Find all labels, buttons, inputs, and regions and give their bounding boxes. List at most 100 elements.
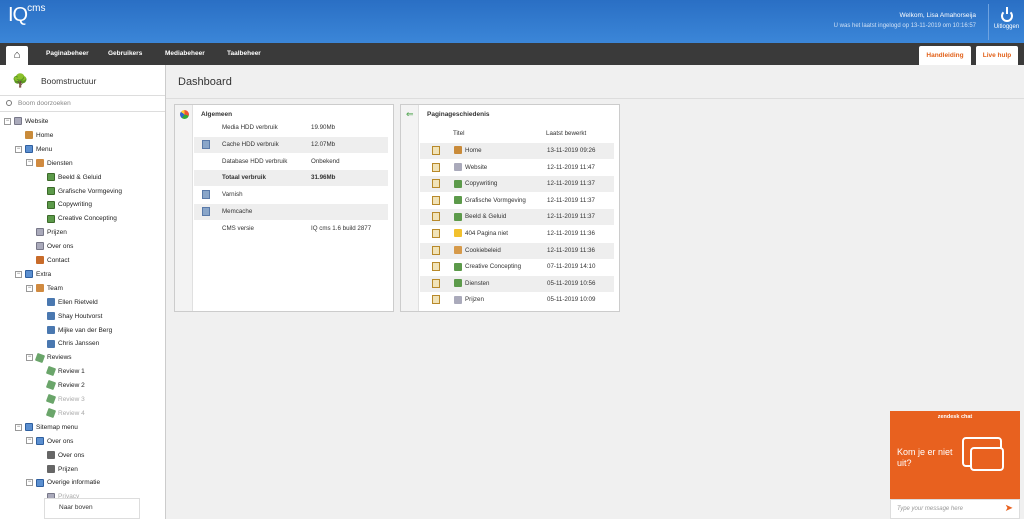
tree-node[interactable]: Copywriting — [37, 198, 92, 212]
tree-node-label: Diensten — [47, 159, 73, 167]
server-icon — [202, 207, 210, 216]
edit-icon[interactable] — [432, 212, 440, 222]
nav-mediabeheer[interactable]: Mediabeheer — [165, 43, 205, 65]
stat-label: Varnish — [222, 191, 243, 199]
collapse-icon[interactable]: − — [26, 284, 33, 292]
history-row[interactable]: Home 13-11-2019 09:26 — [420, 143, 614, 159]
history-row[interactable]: Diensten 05-11-2019 10:56 — [420, 275, 614, 292]
edit-icon[interactable] — [432, 278, 440, 288]
history-date: 13-11-2019 09:26 — [547, 147, 596, 154]
home-icon: ⌂ — [13, 49, 21, 61]
tree-node-label: Prijzen — [58, 465, 78, 473]
history-row[interactable]: Grafische Vormgeving 12-11-2019 11:37 — [420, 193, 614, 209]
page-icon — [454, 162, 462, 171]
edit-icon[interactable] — [432, 195, 440, 205]
history-row[interactable]: Cookiebeleid 12-11-2019 11:36 — [420, 242, 614, 259]
stat-label: Database HDD verbruik — [222, 157, 288, 165]
tree-node[interactable]: Ellen Rietveld — [37, 296, 98, 310]
collapse-icon[interactable]: − — [15, 423, 22, 431]
tree-node[interactable]: − Website — [4, 115, 48, 129]
tree-node[interactable]: − Team — [26, 282, 63, 296]
edit-icon[interactable] — [432, 262, 440, 272]
collapse-icon[interactable]: − — [26, 437, 33, 445]
tree-node[interactable]: Over ons — [26, 240, 73, 254]
tree-node[interactable]: − Sitemap menu — [15, 421, 78, 435]
tree-icon — [454, 212, 462, 221]
stat-label: Media HDD verbruik — [222, 124, 278, 131]
tree-search-input[interactable]: Boom doorzoeken — [0, 96, 165, 112]
tree-node[interactable]: Shay Houtvorst — [37, 310, 102, 324]
chat-widget[interactable]: zendesk chat Kom je er niet uit? Type yo… — [890, 411, 1020, 519]
tree-node[interactable]: Chris Janssen — [37, 337, 99, 351]
collapse-icon[interactable]: − — [4, 117, 11, 125]
tree-node[interactable]: Prijzen — [37, 463, 78, 477]
tree-node[interactable]: Review 2 — [37, 379, 85, 393]
logo[interactable]: IQcms — [8, 3, 45, 27]
tree-node-label: Review 2 — [58, 382, 85, 390]
history-row[interactable]: 404 Pagina niet 12-11-2019 11:36 — [420, 226, 614, 242]
tree-node[interactable]: − Menu — [15, 143, 52, 157]
history-row[interactable]: Copywriting 12-11-2019 11:37 — [420, 176, 614, 193]
history-date: 12-11-2019 11:37 — [547, 196, 595, 204]
tree-node-label: Chris Janssen — [58, 340, 100, 348]
stat-value: Onbekend — [311, 157, 340, 165]
edit-icon[interactable] — [432, 229, 440, 238]
home-tab[interactable]: ⌂ — [6, 46, 28, 65]
back-to-top-button[interactable]: Naar boven — [44, 498, 140, 519]
history-date: 12-11-2019 11:37 — [547, 180, 595, 188]
edit-icon[interactable] — [432, 179, 440, 189]
tree-node[interactable]: Review 3 — [37, 393, 85, 407]
col-title: Titel — [453, 130, 465, 137]
edit-icon[interactable] — [432, 245, 440, 255]
collapse-icon[interactable]: − — [26, 354, 33, 362]
tree-node[interactable]: Over ons — [37, 449, 84, 463]
history-row[interactable]: Beeld & Geluid 12-11-2019 11:37 — [420, 209, 614, 226]
chat-bubble-icon — [970, 447, 1004, 471]
collapse-icon[interactable]: − — [26, 479, 33, 487]
tree-node[interactable]: Creative Concepting — [37, 212, 117, 226]
history-title-text: Prijzen — [465, 296, 484, 304]
tree-node[interactable]: − Diensten — [26, 157, 73, 171]
history-title-text: Copywriting — [465, 180, 498, 188]
edit-icon[interactable] — [432, 146, 440, 155]
history-title-text: Website — [465, 163, 488, 171]
collapse-icon[interactable]: − — [15, 145, 22, 153]
stat-label: CMS versie — [222, 224, 254, 232]
nav-taalbeheer[interactable]: Taalbeheer — [227, 43, 261, 65]
tree-node[interactable]: Review 1 — [37, 365, 85, 379]
history-date: 07-11-2019 14:10 — [547, 263, 596, 271]
tree-node[interactable]: − Overige informatie — [26, 476, 100, 490]
edit-icon[interactable] — [432, 295, 440, 305]
tree-node[interactable]: Mijke van der Berg — [37, 324, 112, 338]
tree-node-label: Review 4 — [58, 409, 85, 417]
tree-node[interactable]: Grafische Vormgeving — [37, 185, 122, 199]
tree-node[interactable]: Beeld & Geluid — [37, 171, 101, 185]
tree-node[interactable]: − Reviews — [26, 351, 72, 365]
live-help-tab[interactable]: Live hulp — [976, 46, 1018, 65]
people-icon — [36, 158, 44, 167]
edit-icon[interactable] — [432, 162, 440, 172]
send-icon[interactable]: ➤ — [1005, 504, 1013, 514]
tree-node[interactable]: − Extra — [15, 268, 51, 282]
history-title-text: Cookiebeleid — [465, 246, 501, 254]
tree-node-label: Website — [25, 118, 49, 125]
tree-node[interactable]: Prijzen — [26, 226, 67, 240]
history-row[interactable]: Website 12-11-2019 11:47 — [420, 160, 614, 176]
tree-node[interactable]: Home — [15, 129, 53, 143]
chat-input[interactable]: Type your message here ➤ — [890, 499, 1020, 519]
history-row[interactable]: Prijzen 05-11-2019 10:09 — [420, 292, 614, 308]
col-last-edited: Laatst bewerkt — [546, 130, 587, 137]
nav-paginabeheer[interactable]: Paginabeheer — [46, 43, 89, 65]
menu-icon — [36, 478, 44, 487]
tree-node[interactable]: Review 4 — [37, 407, 85, 421]
tree-node[interactable]: − Over ons — [26, 435, 73, 449]
manual-tab[interactable]: Handleiding — [919, 46, 971, 65]
history-row[interactable]: Creative Concepting 07-11-2019 14:10 — [420, 259, 614, 275]
collapse-icon[interactable]: − — [26, 159, 33, 167]
logout-button[interactable]: Uitloggen — [988, 4, 1024, 40]
tree-node[interactable]: Contact — [26, 254, 69, 268]
nav-gebruikers[interactable]: Gebruikers — [108, 43, 142, 65]
general-title: Algemeen — [201, 111, 233, 118]
collapse-icon[interactable]: − — [15, 270, 22, 278]
stat-value: 12.07Mb — [311, 140, 336, 148]
